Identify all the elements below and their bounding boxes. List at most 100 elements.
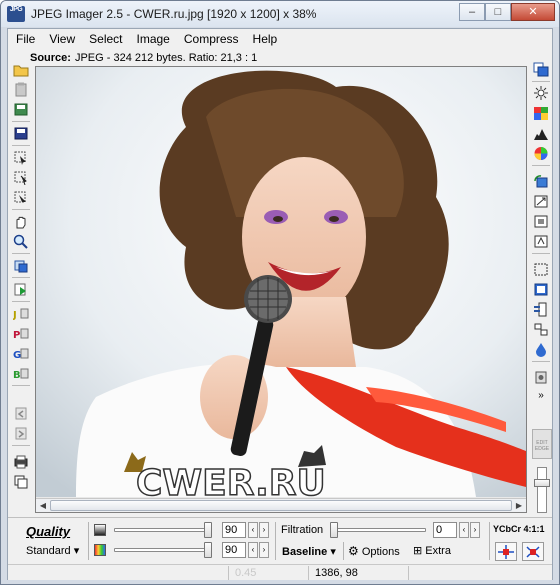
compress-icon[interactable] (12, 281, 30, 298)
more-icon[interactable]: » (532, 387, 550, 404)
scroll-thumb[interactable] (50, 500, 512, 511)
drop-icon[interactable] (532, 341, 550, 358)
menu-compress[interactable]: Compress (177, 32, 246, 46)
rotate-icon[interactable] (532, 173, 550, 190)
scroll-left-icon[interactable]: ◀ (36, 499, 50, 512)
color-wheel-icon[interactable] (532, 145, 550, 162)
luma-slider-track[interactable] (114, 528, 212, 532)
menu-view[interactable]: View (42, 32, 82, 46)
close-button[interactable]: ✕ (511, 3, 555, 21)
title-bar[interactable]: JPG JPEG Imager 2.5 - CWER.ru.jpg [1920 … (1, 1, 559, 27)
toolbar-separator (532, 253, 550, 254)
flip-icon[interactable] (532, 233, 550, 250)
menu-help[interactable]: Help (246, 32, 285, 46)
luminance-icon (94, 524, 106, 536)
subsampling-move-icon[interactable] (495, 542, 517, 561)
scroll-right-icon[interactable]: ▶ (512, 499, 526, 512)
toolbar-separator (12, 253, 30, 254)
toolbar-separator (12, 277, 30, 278)
luma-increase-button[interactable]: › (259, 522, 269, 538)
select-all-icon[interactable] (532, 261, 550, 278)
panel-divider (343, 542, 344, 560)
chroma-increase-button[interactable]: › (259, 542, 269, 558)
luma-quality-input[interactable]: 90 (222, 522, 246, 538)
menu-image[interactable]: Image (130, 32, 177, 46)
chroma-decrease-button[interactable]: ‹ (248, 542, 258, 558)
luma-decrease-button[interactable]: ‹ (248, 522, 258, 538)
histogram-icon[interactable] (532, 125, 550, 142)
maximize-button[interactable]: □ (485, 3, 511, 21)
clone-icon[interactable] (532, 61, 550, 78)
baseline-label: Baseline (282, 546, 328, 558)
subsampling-label: YCbCr 4:1:1 (493, 524, 545, 534)
filtration-label: Filtration (281, 524, 324, 536)
compression-panel: Quality Standard ▾ 90 ‹ › 90 ‹ › Filtrat… (8, 517, 552, 563)
preset-dropdown[interactable]: Standard ▾ (26, 544, 79, 557)
menu-file[interactable]: File (8, 32, 42, 46)
filtration-increase-button[interactable]: › (470, 522, 480, 538)
menu-select[interactable]: Select (82, 32, 129, 46)
status-hint: 0.45 (228, 566, 288, 580)
gif-format-icon[interactable]: G (12, 345, 30, 362)
toolbar-separator (12, 121, 30, 122)
brightness-icon[interactable] (532, 85, 550, 102)
luma-slider-thumb[interactable] (204, 522, 212, 538)
align-icon[interactable] (532, 321, 550, 338)
filtration-slider-thumb[interactable] (330, 522, 338, 538)
next-icon[interactable] (12, 425, 30, 442)
save-icon[interactable] (12, 125, 30, 142)
chroma-slider-track[interactable] (114, 548, 212, 552)
select-move-icon[interactable] (12, 169, 30, 186)
png-format-icon[interactable]: P (12, 325, 30, 342)
prev-icon[interactable] (12, 405, 30, 422)
options-label: Options (361, 546, 400, 558)
svg-text:J: J (13, 310, 17, 321)
source-details: JPEG - 324 212 bytes. Ratio: 21,3 : 1 (74, 52, 258, 64)
crop-fit-icon[interactable] (532, 213, 550, 230)
subsampling-grid-icon[interactable] (522, 542, 544, 561)
settings-icon[interactable] (532, 369, 550, 386)
resize-icon[interactable] (532, 193, 550, 210)
tune-icon[interactable] (532, 301, 550, 318)
watermark-text: CWER.RU (136, 463, 326, 497)
window-icon[interactable] (12, 473, 30, 490)
select-arrow-icon[interactable] (12, 149, 30, 166)
edge-slider-track[interactable] (537, 467, 547, 513)
print-icon[interactable] (12, 453, 30, 470)
zoom-icon[interactable] (12, 233, 30, 250)
quality-label: Quality (26, 524, 71, 539)
jpg-format-icon[interactable]: J (12, 305, 30, 322)
status-empty-cell (408, 566, 552, 580)
edit-edge-panel: EDIT EDGE (532, 429, 552, 515)
toolbar-separator (12, 209, 30, 210)
menu-bar: File View Select Image Compress Help (8, 29, 552, 49)
copy-icon[interactable] (12, 257, 30, 274)
svg-text:P: P (13, 330, 20, 341)
source-label: Source: (30, 52, 71, 64)
options-button[interactable]: ⚙ Options (348, 544, 400, 558)
horizontal-scrollbar[interactable]: ◀ ▶ (36, 498, 526, 512)
extra-button[interactable]: ⊞ Extra (413, 544, 451, 557)
select-crop-icon[interactable] (12, 189, 30, 206)
baseline-dropdown[interactable]: Baseline ▾ (282, 545, 336, 558)
open-icon[interactable] (12, 61, 30, 78)
filtration-input[interactable]: 0 (433, 522, 457, 538)
channel-icon[interactable] (532, 281, 550, 298)
edge-slider-thumb[interactable] (534, 479, 550, 487)
bmp-format-icon[interactable]: B (12, 365, 30, 382)
gear-icon: ⚙ (348, 544, 359, 558)
filtration-decrease-button[interactable]: ‹ (459, 522, 469, 538)
image-canvas[interactable]: CWER.RU ◀ ▶ (35, 66, 527, 513)
color-grid-icon[interactable] (532, 105, 550, 122)
chroma-quality-input[interactable]: 90 (222, 542, 246, 558)
panel-divider (88, 522, 89, 560)
paste-icon[interactable] (12, 81, 30, 98)
toolbar-separator (12, 385, 30, 386)
hand-pan-icon[interactable] (12, 213, 30, 230)
filtration-slider-track[interactable] (330, 528, 426, 532)
panel-divider (275, 522, 276, 560)
source-info-bar: Source: JPEG - 324 212 bytes. Ratio: 21,… (30, 50, 530, 66)
save-as-icon[interactable] (12, 101, 30, 118)
chroma-slider-thumb[interactable] (204, 542, 212, 558)
minimize-button[interactable]: – (459, 3, 485, 21)
